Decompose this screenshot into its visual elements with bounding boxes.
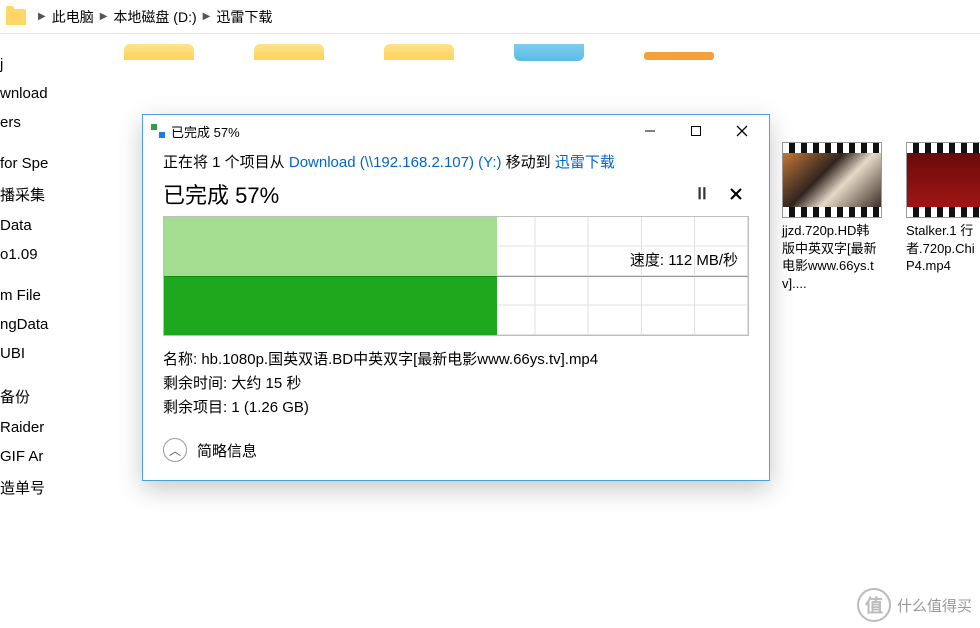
move-description: 正在将 1 个项目从 Download (\\192.168.2.107) (Y… <box>163 151 749 172</box>
maximize-button[interactable] <box>673 116 719 146</box>
progress-status: 已完成 57% <box>163 178 681 210</box>
destination-link[interactable]: 迅雷下载 <box>555 154 615 171</box>
video-thumbnail-icon <box>782 142 882 218</box>
sidebar-item[interactable]: for Spe <box>0 149 54 178</box>
sidebar-item[interactable]: 备份 <box>0 380 54 413</box>
folder-icon[interactable] <box>384 44 454 60</box>
breadcrumb-item[interactable]: 本地磁盘 (D:) <box>113 7 196 27</box>
sidebar-item[interactable]: wnload <box>0 79 54 108</box>
move-icon <box>151 124 165 138</box>
titlebar[interactable]: 已完成 57% <box>143 115 769 147</box>
file-caption: jjzd.720p.HD韩版中英双字[最新电影www.66ys.tv].... <box>782 222 882 292</box>
watermark: 值 什么值得买 <box>857 588 972 622</box>
minimize-button[interactable] <box>627 116 673 146</box>
cancel-button[interactable] <box>723 181 749 207</box>
sidebar-item[interactable]: 播采集 <box>0 178 54 211</box>
chevron-up-icon: ︿ <box>163 438 187 462</box>
sidebar-item[interactable]: UBI <box>0 339 54 368</box>
close-button[interactable] <box>719 116 765 146</box>
fewer-details-toggle[interactable]: ︿ 简略信息 <box>163 438 749 462</box>
folder-icon[interactable] <box>254 44 324 60</box>
sidebar-item[interactable]: m File <box>0 281 54 310</box>
time-remaining: 大约 15 秒 <box>231 375 301 392</box>
sidebar-item <box>0 269 54 281</box>
sidebar-item[interactable]: ngData <box>0 310 54 339</box>
file-caption: Stalker.1 行者.720p.Chi P4.mp4 <box>906 222 980 275</box>
folder-icon[interactable] <box>124 44 194 60</box>
sidebar-item[interactable]: Raider <box>0 413 54 442</box>
sidebar-item[interactable]: o1.09 <box>0 240 54 269</box>
sidebar-item[interactable]: 造单号 <box>0 471 54 504</box>
sidebar-item[interactable]: j <box>0 50 54 79</box>
sidebar-item <box>0 137 54 149</box>
sidebar-item[interactable]: Data <box>0 211 54 240</box>
video-thumbnails: jjzd.720p.HD韩版中英双字[最新电影www.66ys.tv].... … <box>782 142 980 292</box>
sidebar-item[interactable]: GIF Ar <box>0 442 54 471</box>
folder-icon[interactable] <box>514 44 584 61</box>
folder-icon <box>6 9 26 25</box>
speed-readout: 速度: 112 MB/秒 <box>630 249 738 270</box>
items-remaining: 1 (1.26 GB) <box>231 399 309 416</box>
pause-button[interactable]: ⅠⅠ <box>689 181 715 207</box>
watermark-text: 什么值得买 <box>897 595 972 616</box>
file-item[interactable]: jjzd.720p.HD韩版中英双字[最新电影www.66ys.tv].... <box>782 142 882 292</box>
video-thumbnail-icon <box>906 142 980 218</box>
file-item[interactable]: Stalker.1 行者.720p.Chi P4.mp4 <box>906 142 980 292</box>
transfer-details: 名称: hb.1080p.国英双语.BD中英双字[最新电影www.66ys.tv… <box>163 348 749 420</box>
progress-bar: 速度: 112 MB/秒 <box>163 216 749 336</box>
chevron-right-icon: ▶ <box>203 11 211 22</box>
breadcrumb-item[interactable]: 迅雷下载 <box>216 7 272 27</box>
file-copy-dialog: 已完成 57% 正在将 1 个项目从 Download (\\192.168.2… <box>142 114 770 481</box>
chevron-right-icon: ▶ <box>38 11 46 22</box>
sidebar-item[interactable]: ers <box>0 108 54 137</box>
file-name: hb.1080p.国英双语.BD中英双字[最新电影www.66ys.tv].mp… <box>201 351 598 368</box>
folder-row <box>54 44 980 64</box>
folder-icon[interactable] <box>644 52 714 60</box>
breadcrumb-item[interactable]: 此电脑 <box>52 7 94 27</box>
chevron-right-icon: ▶ <box>100 11 108 22</box>
file-pane[interactable]: jjzd.720p.HD韩版中英双字[最新电影www.66ys.tv].... … <box>54 34 980 628</box>
breadcrumb: ▶ 此电脑 ▶ 本地磁盘 (D:) ▶ 迅雷下载 <box>0 0 980 34</box>
sidebar-item <box>0 368 54 380</box>
dialog-title: 已完成 57% <box>171 122 240 141</box>
source-link[interactable]: Download (\\192.168.2.107) (Y:) <box>289 154 502 171</box>
sidebar: j wnload ers for Spe 播采集 Data o1.09 m Fi… <box>0 34 54 628</box>
watermark-badge-icon: 值 <box>857 588 891 622</box>
